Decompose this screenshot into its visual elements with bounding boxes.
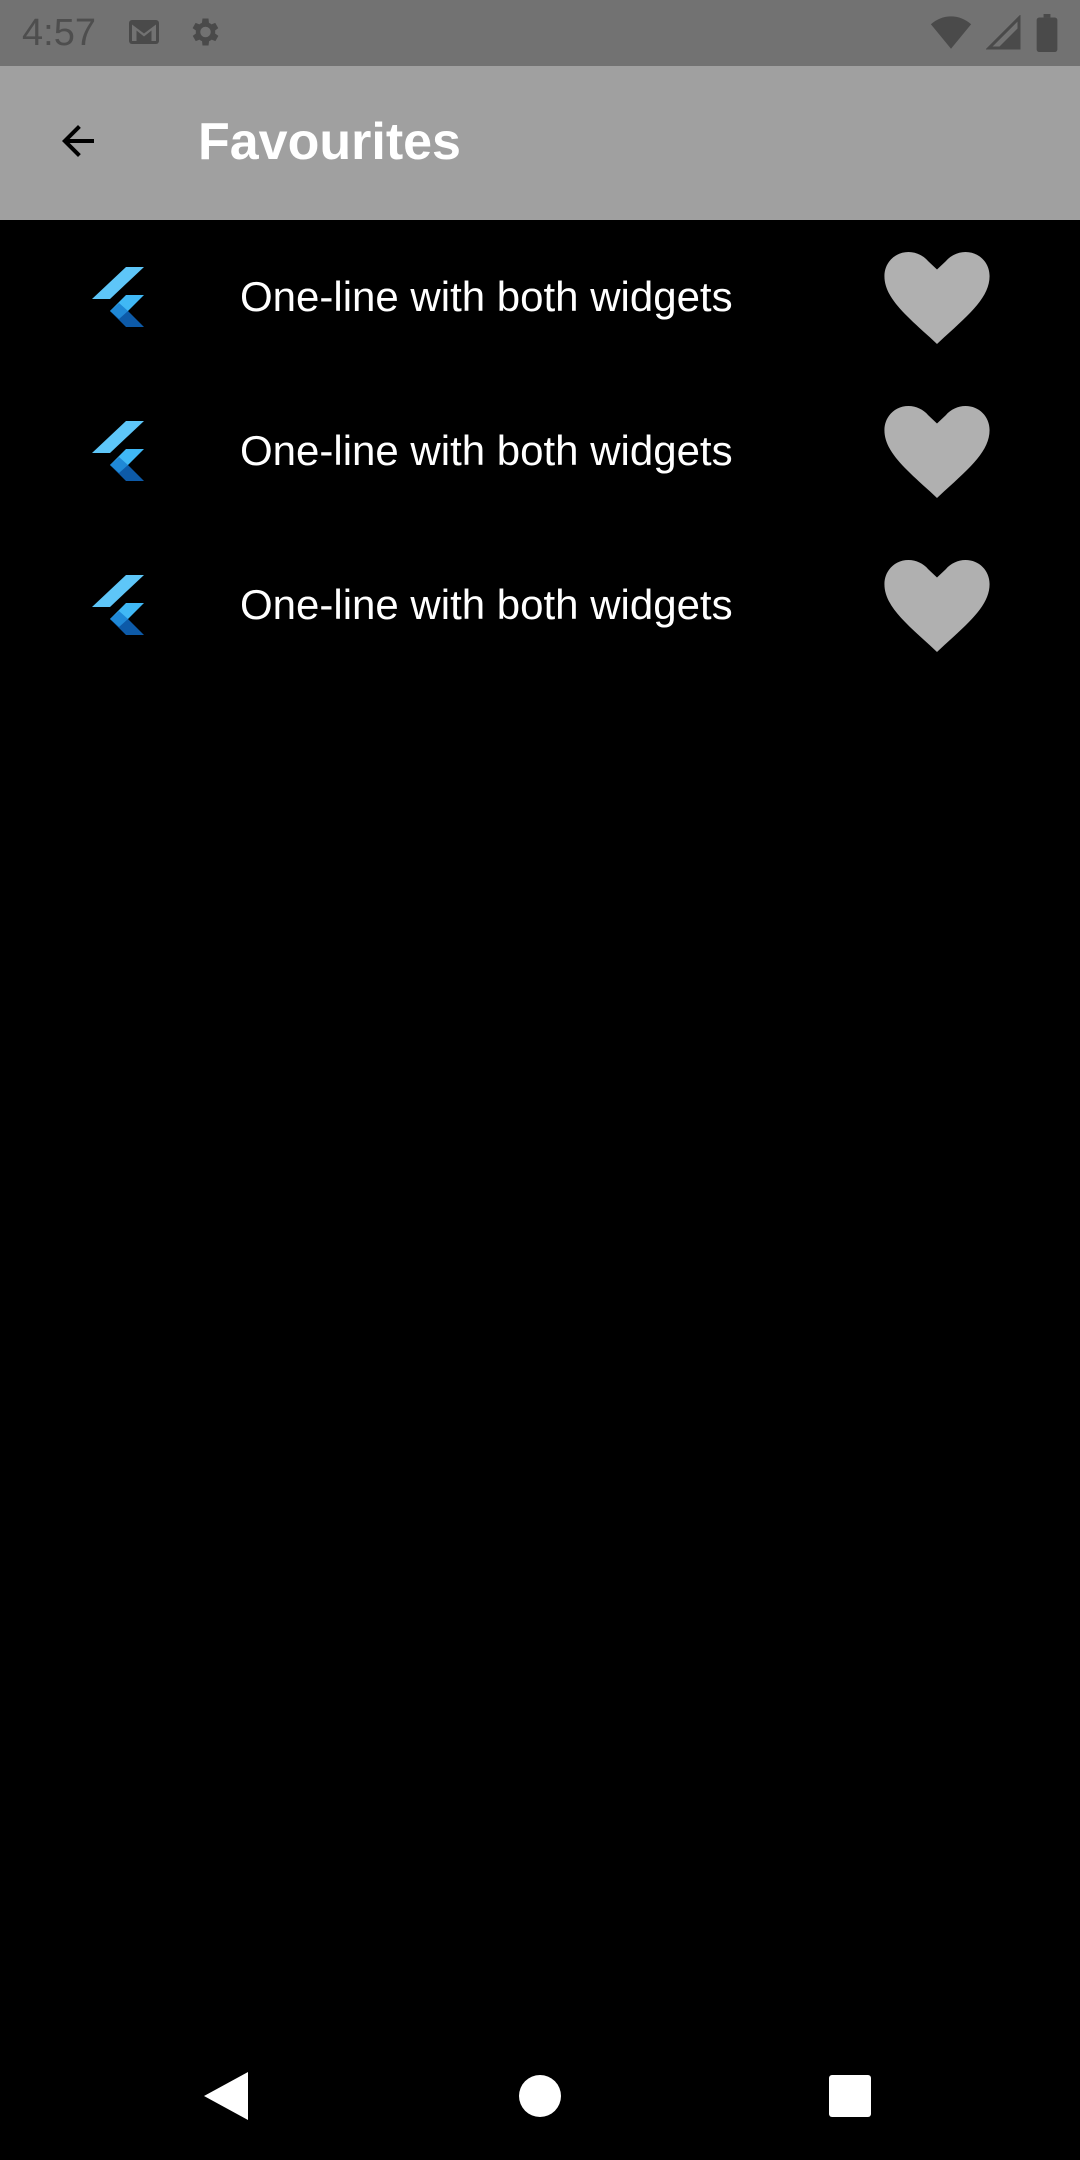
flutter-logo-icon [92,575,148,635]
list-item[interactable]: One-line with both widgets [0,528,1080,682]
back-arrow-icon [54,117,102,170]
list-item[interactable]: One-line with both widgets [0,374,1080,528]
flutter-logo-icon [92,267,148,327]
battery-icon [1036,14,1058,57]
heart-icon[interactable] [884,560,990,652]
page-title: Favourites [198,113,461,171]
list-item-title: One-line with both widgets [240,427,733,474]
list-item-title: One-line with both widgets [240,581,733,628]
nav-recents-button[interactable] [810,2058,890,2138]
status-time: 4:57 [22,12,96,54]
system-navigation-bar [0,2034,1080,2160]
wifi-icon [930,15,972,56]
nav-home-icon [519,2074,561,2122]
nav-recents-icon [829,2074,871,2122]
signal-icon [985,14,1022,56]
nav-home-button[interactable] [500,2058,580,2138]
flutter-logo-icon [92,421,148,481]
status-notification-icons [126,14,222,55]
favourites-list: One-line with both widgets One-line with… [0,220,1080,682]
back-button[interactable] [36,101,120,185]
list-item-title: One-line with both widgets [240,273,733,320]
status-bar: 4:57 [0,0,1080,66]
app-bar: Favourites [0,66,1080,220]
heart-icon[interactable] [884,406,990,498]
heart-icon[interactable] [884,252,990,344]
list-item[interactable]: One-line with both widgets [0,220,1080,374]
status-system-icons [930,14,1058,57]
gmail-icon [126,14,162,55]
nav-back-icon [204,2071,248,2125]
nav-back-button[interactable] [186,2058,266,2138]
settings-icon [186,14,222,55]
